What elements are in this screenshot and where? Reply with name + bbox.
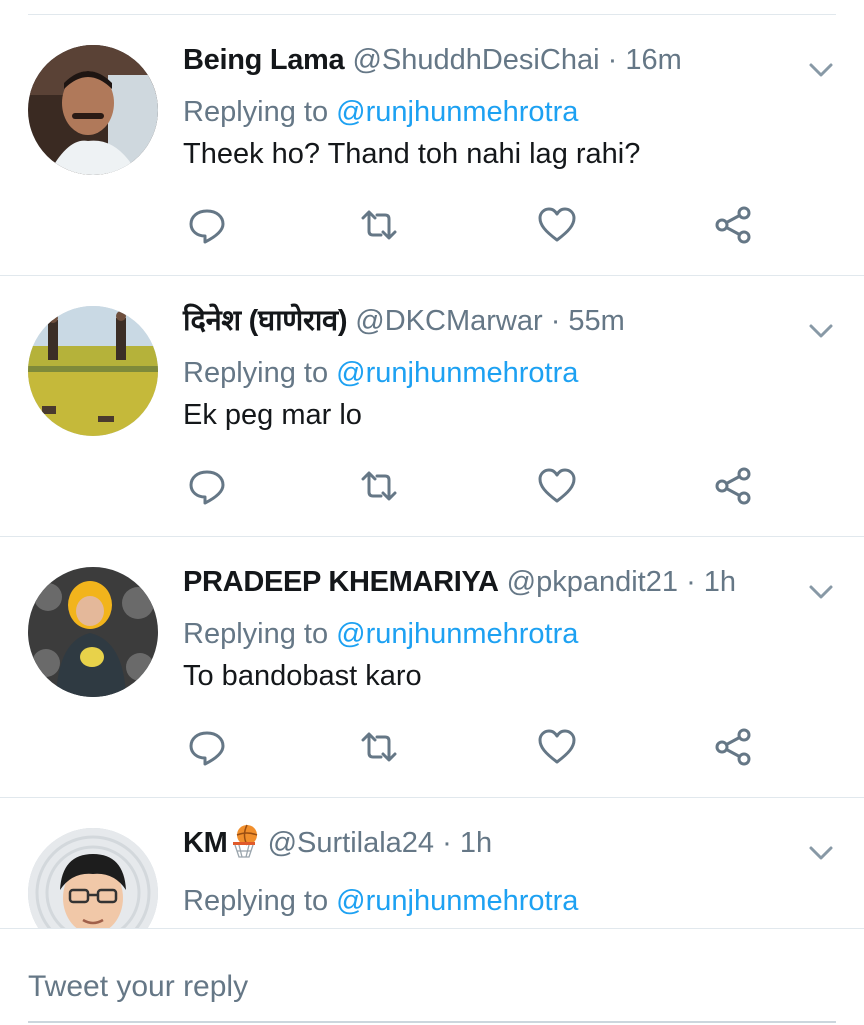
reply-icon <box>189 731 225 766</box>
tweet[interactable]: दिनेश (घाणेराव) @DKCMarwar · 55m Replyin… <box>0 276 864 537</box>
tweet[interactable]: PRADEEP KHEMARIYA @pkpandit21 · 1h Reply… <box>0 537 864 798</box>
replying-to-line: Replying to @runjhunmehrotra <box>183 92 804 132</box>
tweet-reply-input[interactable] <box>28 959 836 1023</box>
mention-link[interactable]: @runjhunmehrotra <box>336 885 578 917</box>
share-icon <box>715 206 751 244</box>
avatar[interactable] <box>28 828 158 928</box>
reply-icon <box>189 470 225 505</box>
author-handle[interactable]: @Surtilala24 <box>268 827 434 859</box>
replying-prefix: Replying to <box>183 618 329 650</box>
mention-link[interactable]: @runjhunmehrotra <box>336 357 578 389</box>
like-button[interactable] <box>535 464 579 508</box>
timestamp[interactable]: 1h <box>704 566 736 598</box>
like-icon <box>538 468 576 503</box>
avatar[interactable] <box>28 45 158 175</box>
replying-prefix: Replying to <box>183 885 329 917</box>
share-button[interactable] <box>711 725 755 769</box>
tweet-actions <box>185 725 765 773</box>
retweet-button[interactable] <box>357 203 401 247</box>
separator-dot: · <box>550 305 561 337</box>
author-name[interactable]: KM <box>183 827 228 859</box>
like-button[interactable] <box>535 203 579 247</box>
replying-to-line: Replying to @runjhunmehrotra <box>183 614 804 654</box>
retweet-icon <box>361 471 397 501</box>
timestamp[interactable]: 1h <box>460 827 492 859</box>
replying-prefix: Replying to <box>183 357 329 389</box>
reply-icon <box>189 209 225 244</box>
tweet[interactable]: KM @Surtilala24 · 1h Replying to @runjhu… <box>0 798 864 928</box>
timestamp[interactable]: 16m <box>625 44 681 76</box>
retweet-icon <box>361 732 397 762</box>
tweet-text: To bandobast karo <box>183 660 422 692</box>
retweet-button[interactable] <box>357 725 401 769</box>
author-handle[interactable]: @DKCMarwar <box>355 305 542 337</box>
avatar[interactable] <box>28 306 158 436</box>
separator-dot: · <box>442 827 452 859</box>
avatar[interactable] <box>28 567 158 697</box>
share-button[interactable] <box>711 203 755 247</box>
chevron-down-icon[interactable] <box>806 577 836 607</box>
like-button[interactable] <box>535 725 579 769</box>
separator-dot: · <box>607 44 618 76</box>
like-icon <box>538 729 576 764</box>
tweet-text: Ek peg mar lo <box>183 399 362 431</box>
timestamp[interactable]: 55m <box>568 305 624 337</box>
chevron-down-icon[interactable] <box>806 55 836 85</box>
author-handle[interactable]: @pkpandit21 <box>507 566 678 598</box>
share-icon <box>715 728 751 766</box>
tweet[interactable]: Being Lama @ShuddhDesiChai · 16m Replyin… <box>0 15 864 276</box>
replying-prefix: Replying to <box>183 96 329 128</box>
mention-link[interactable]: @runjhunmehrotra <box>336 618 578 650</box>
retweet-button[interactable] <box>357 464 401 508</box>
share-button[interactable] <box>711 464 755 508</box>
author-handle[interactable]: @ShuddhDesiChai <box>352 44 599 76</box>
author-name[interactable]: Being Lama <box>183 44 345 76</box>
share-icon <box>715 467 751 505</box>
tweet-actions <box>185 203 765 251</box>
reply-button[interactable] <box>185 203 229 247</box>
replying-to-line: Replying to @runjhunmehrotra <box>183 353 804 393</box>
tweet-text: Theek ho? Thand toh nahi lag rahi? <box>183 138 641 170</box>
reply-button[interactable] <box>185 464 229 508</box>
author-name[interactable]: दिनेश (घाणेराव) <box>183 305 348 337</box>
author-name[interactable]: PRADEEP KHEMARIYA <box>183 566 499 598</box>
separator-dot: · <box>686 566 696 598</box>
replying-to-line: Replying to @runjhunmehrotra <box>183 881 804 921</box>
chevron-down-icon[interactable] <box>806 838 836 868</box>
mention-link[interactable]: @runjhunmehrotra <box>336 96 578 128</box>
reply-button[interactable] <box>185 725 229 769</box>
reply-feed[interactable]: Being Lama @ShuddhDesiChai · 16m Replyin… <box>0 15 864 928</box>
tweet-actions <box>185 464 765 512</box>
like-icon <box>538 207 576 242</box>
basketball-hoop-emoji <box>230 824 260 869</box>
retweet-icon <box>361 210 397 240</box>
compose-reply-bar <box>0 928 864 1025</box>
chevron-down-icon[interactable] <box>806 316 836 346</box>
